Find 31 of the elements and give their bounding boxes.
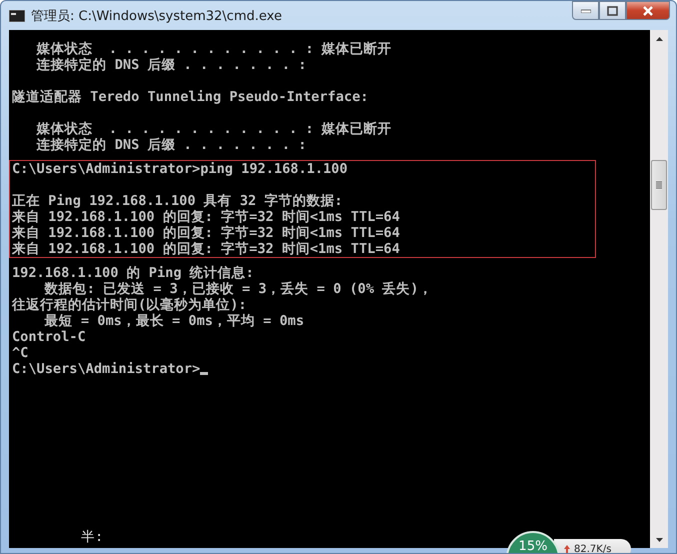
console-line: 往返行程的估计时间(以毫秒为单位):	[12, 297, 247, 313]
console-line: Control-C	[12, 329, 86, 345]
console-line: 隧道适配器 Teredo Tunneling Pseudo-Interface:	[12, 89, 368, 105]
maximize-button[interactable]	[599, 1, 626, 20]
window-title: 管理员: C:\Windows\system32\cmd.exe	[31, 8, 283, 24]
console-line: 媒体状态 . . . . . . . . . . . . : 媒体已断开	[35, 41, 392, 57]
maximize-icon	[607, 6, 618, 16]
ime-status-text: 半:	[81, 529, 104, 545]
console-line: 来自 192.168.1.100 的回复: 字节=32 时间<1ms TTL=64	[12, 225, 400, 241]
console-line: 数据包: 已发送 = 3，已接收 = 3，丢失 = 0 (0% 丢失)，	[43, 281, 432, 297]
minimize-button[interactable]	[572, 1, 599, 20]
console-line: ^C	[12, 345, 28, 361]
console-line: 媒体状态 . . . . . . . . . . . . : 媒体已断开	[35, 121, 392, 137]
console-line: C:\Users\Administrator>	[12, 361, 200, 377]
close-button[interactable]	[626, 1, 670, 20]
network-speed: 82.7K/s	[574, 544, 612, 553]
console-line: 最短 = 0ms，最长 = 0ms，平均 = 0ms	[44, 313, 304, 329]
scroll-thumb[interactable]	[651, 160, 667, 210]
console-line: 来自 192.168.1.100 的回复: 字节=32 时间<1ms TTL=64	[12, 209, 400, 225]
scrollbar[interactable]	[650, 30, 668, 548]
upload-arrow-icon	[564, 544, 570, 553]
cpu-percent: 15%	[518, 539, 548, 553]
console-line: C:\Users\Administrator>ping 192.168.1.100	[12, 161, 348, 177]
console-line: 连接特定的 DNS 后缀 . . . . . . . :	[36, 57, 306, 73]
minimize-icon	[580, 8, 590, 12]
console-icon	[9, 10, 25, 22]
console-line: 192.168.1.100 的 Ping 统计信息:	[12, 265, 254, 281]
close-icon	[642, 6, 654, 16]
console-line: 来自 192.168.1.100 的回复: 字节=32 时间<1ms TTL=64	[12, 241, 400, 257]
console-line: 正在 Ping 192.168.1.100 具有 32 字节的数据:	[12, 193, 343, 209]
console-line: 连接特定的 DNS 后缀 . . . . . . . :	[36, 137, 306, 153]
